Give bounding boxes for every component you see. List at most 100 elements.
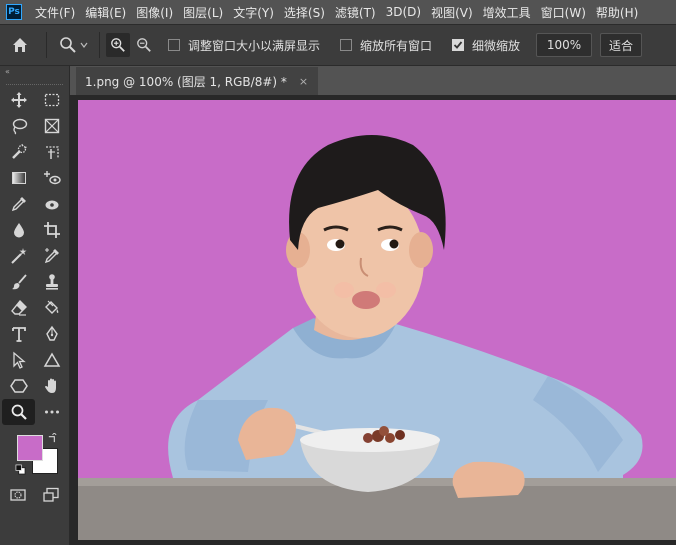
zoom-icon [11, 404, 27, 420]
quick-mask-button[interactable] [2, 483, 35, 507]
magic-wand-tool[interactable] [2, 243, 35, 269]
scrubby-zoom-checkbox[interactable] [452, 39, 465, 51]
eyedropper-icon [11, 197, 26, 212]
crop-tool[interactable] [35, 217, 68, 243]
arrow-cursor-icon [12, 351, 26, 369]
edit-toolbar-button[interactable] [35, 399, 68, 425]
document-tab-title: 1.png @ 100% (图层 1, RGB/8#) * [85, 74, 287, 89]
menu-view[interactable]: 视图(V) [426, 4, 478, 21]
paint-bucket-tool[interactable] [35, 295, 68, 321]
lasso-icon [12, 118, 27, 135]
menu-filter[interactable]: 滤镜(T) [330, 4, 381, 21]
tools-panel: « [0, 66, 70, 545]
shape-tool[interactable] [35, 347, 68, 373]
divider [99, 32, 100, 58]
marquee-icon [44, 93, 59, 107]
color-swatches [0, 431, 69, 483]
eraser-icon [10, 299, 27, 316]
canvas-workspace[interactable] [70, 95, 676, 545]
panel-grip[interactable] [6, 78, 63, 85]
gradient-icon [11, 172, 26, 184]
lasso-tool[interactable] [2, 113, 35, 139]
photo-child-eating-cereal [78, 100, 676, 540]
quick-selection-tool[interactable] [2, 139, 35, 165]
water-drop-icon [13, 223, 24, 238]
swap-colors-icon[interactable] [47, 433, 58, 444]
menu-3d[interactable]: 3D(D) [381, 5, 426, 19]
foreground-color-swatch[interactable] [17, 435, 43, 461]
fit-screen-button[interactable]: 适合 [600, 33, 643, 57]
color-sampler-tool[interactable] [35, 243, 68, 269]
more-icon [44, 410, 59, 414]
hand-icon [44, 378, 56, 393]
gradient-tool[interactable] [2, 165, 35, 191]
resize-windows-checkbox[interactable] [168, 39, 180, 51]
menu-layer[interactable]: 图层(L) [178, 4, 228, 21]
zoom-in-button[interactable] [106, 33, 130, 57]
zoom-tool-preset-button[interactable] [53, 36, 93, 54]
color-sampler-icon [44, 248, 59, 264]
zoom-tool[interactable] [2, 399, 35, 425]
document-tab[interactable]: 1.png @ 100% (图层 1, RGB/8#) * × [76, 67, 319, 95]
rectangular-marquee-tool[interactable] [35, 87, 68, 113]
options-bar: 调整窗口大小以满屏显示 缩放所有窗口 细微缩放 100% 适合 [0, 24, 676, 66]
quick-mask-icon [10, 489, 26, 501]
resize-windows-label: 调整窗口大小以满屏显示 [188, 38, 321, 53]
document-canvas[interactable] [78, 100, 676, 540]
chevron-down-icon [80, 42, 87, 48]
type-icon [11, 327, 26, 342]
pen-tool[interactable] [35, 321, 68, 347]
crop-icon [43, 222, 60, 238]
brush-tool[interactable] [2, 269, 35, 295]
photoshop-logo[interactable]: Ps [6, 4, 22, 20]
path-selection-tool[interactable] [2, 347, 35, 373]
menu-edit[interactable]: 编辑(E) [80, 4, 131, 21]
menu-help[interactable]: 帮助(H) [591, 4, 643, 21]
type-tool[interactable] [2, 321, 35, 347]
divider [46, 32, 47, 58]
zoom-percent-field[interactable]: 100% [536, 33, 593, 57]
close-tab-icon[interactable]: × [299, 75, 308, 88]
triangle-icon [43, 352, 60, 367]
home-button[interactable] [0, 36, 40, 54]
frame-tool[interactable] [35, 113, 68, 139]
menu-select[interactable]: 选择(S) [279, 4, 330, 21]
frame-icon [44, 118, 59, 134]
collapse-panel-icon[interactable]: « [0, 66, 69, 78]
screen-mode-button[interactable] [35, 483, 68, 507]
home-icon [13, 38, 27, 52]
menu-plugins[interactable]: 增效工具 [478, 4, 536, 21]
scrubby-zoom-label: 细微缩放 [472, 38, 521, 53]
spot-healing-icon [45, 200, 58, 210]
zoom-out-button[interactable] [130, 33, 158, 57]
zoom-out-icon [137, 38, 151, 52]
zoom-all-windows-checkbox[interactable] [340, 39, 353, 51]
zoom-all-windows-label: 缩放所有窗口 [360, 38, 433, 53]
slice-icon [45, 146, 59, 159]
move-tool[interactable] [2, 87, 35, 113]
mode-buttons [0, 483, 69, 507]
eyedropper-tool[interactable] [2, 191, 35, 217]
magic-wand-icon [10, 248, 26, 264]
custom-shape-tool[interactable] [2, 373, 35, 399]
clone-stamp-tool[interactable] [35, 269, 68, 295]
checkmark-icon [453, 41, 463, 49]
screen-mode-icon [43, 487, 59, 502]
blur-tool[interactable] [2, 217, 35, 243]
menu-window[interactable]: 窗口(W) [536, 4, 591, 21]
default-colors-icon[interactable] [15, 464, 26, 475]
pen-icon [45, 325, 58, 341]
zoom-icon [59, 37, 76, 53]
crop-slice-tool[interactable] [35, 139, 68, 165]
menu-type[interactable]: 文字(Y) [228, 4, 279, 21]
hand-tool[interactable] [35, 373, 68, 399]
document-tab-bar: 1.png @ 100% (图层 1, RGB/8#) * × [70, 66, 676, 95]
content-aware-move-tool[interactable] [35, 165, 68, 191]
quick-selection-icon [11, 143, 27, 159]
spot-healing-tool[interactable] [35, 191, 68, 217]
menu-file[interactable]: 文件(F) [30, 4, 80, 21]
menu-image[interactable]: 图像(I) [131, 4, 178, 21]
paint-bucket-icon [44, 300, 58, 314]
brush-icon [11, 274, 27, 290]
eraser-tool[interactable] [2, 295, 35, 321]
